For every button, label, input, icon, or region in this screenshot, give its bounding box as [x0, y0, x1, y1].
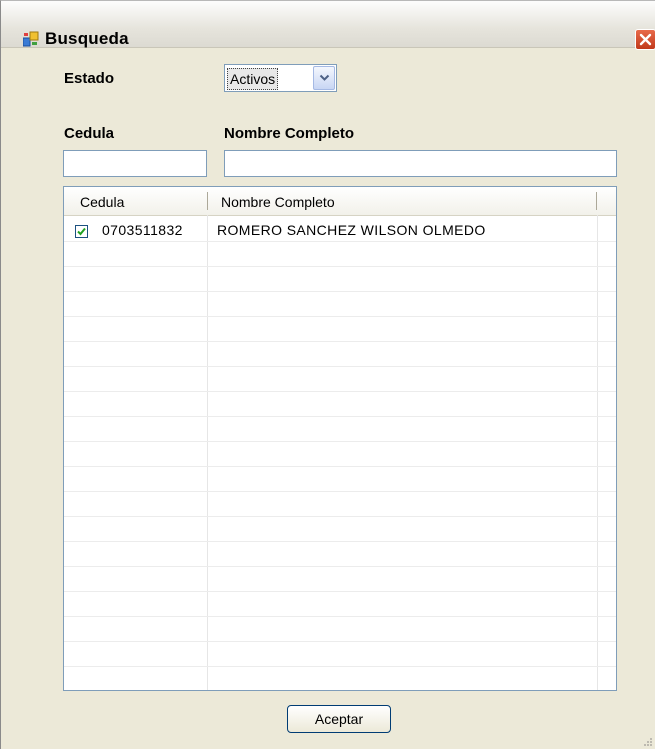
estado-select[interactable]: Activos	[224, 64, 337, 92]
chevron-down-icon	[319, 74, 330, 81]
column-separator[interactable]	[596, 192, 597, 210]
estado-label: Estado	[64, 70, 115, 87]
grid-row-line	[64, 441, 616, 442]
checkmark-icon	[77, 227, 86, 236]
nombre-completo-input[interactable]	[224, 150, 617, 177]
cedula-cell: 0703511832	[102, 222, 183, 238]
resize-grip-icon[interactable]	[641, 735, 653, 747]
estado-dropdown-button[interactable]	[313, 66, 335, 90]
grid-row-line	[64, 566, 616, 567]
column-header-nombre-completo[interactable]: Nombre Completo	[221, 187, 335, 215]
estado-selected-value: Activos	[227, 68, 279, 90]
aceptar-button[interactable]: Aceptar	[287, 705, 391, 733]
results-grid[interactable]: Cedula Nombre Completo 0703511832 ROMERO…	[63, 186, 617, 691]
grid-row-line	[64, 391, 616, 392]
row-checkbox[interactable]	[75, 225, 88, 238]
grid-column-line	[597, 215, 598, 690]
grid-column-line	[207, 215, 208, 690]
grid-row-line	[64, 341, 616, 342]
grid-header: Cedula Nombre Completo	[64, 187, 616, 216]
close-icon	[639, 33, 652, 46]
close-button[interactable]	[635, 29, 655, 50]
title-bar[interactable]: Busqueda	[1, 1, 655, 50]
search-dialog: Busqueda Estado Activos Cedula Nombre Co…	[0, 0, 655, 749]
grid-row-line	[64, 516, 616, 517]
column-header-cedula[interactable]: Cedula	[80, 187, 124, 215]
column-separator[interactable]	[207, 192, 208, 210]
grid-row-line	[64, 241, 616, 242]
form-window-icon	[22, 31, 39, 47]
nombre-completo-label: Nombre Completo	[224, 125, 355, 142]
grid-row-line	[64, 666, 616, 667]
grid-row-line	[64, 266, 616, 267]
cedula-input[interactable]	[63, 150, 207, 177]
nombre-completo-cell: ROMERO SANCHEZ WILSON OLMEDO	[217, 222, 486, 238]
grid-row-line	[64, 641, 616, 642]
grid-row-line	[64, 291, 616, 292]
cedula-label: Cedula	[64, 125, 115, 142]
grid-row-line	[64, 416, 616, 417]
grid-row-line	[64, 366, 616, 367]
grid-row-line	[64, 491, 616, 492]
grid-row-line	[64, 616, 616, 617]
grid-row-line	[64, 591, 616, 592]
grid-row-line	[64, 541, 616, 542]
grid-row-line	[64, 316, 616, 317]
grid-row-line	[64, 466, 616, 467]
window-title: Busqueda	[45, 29, 129, 48]
